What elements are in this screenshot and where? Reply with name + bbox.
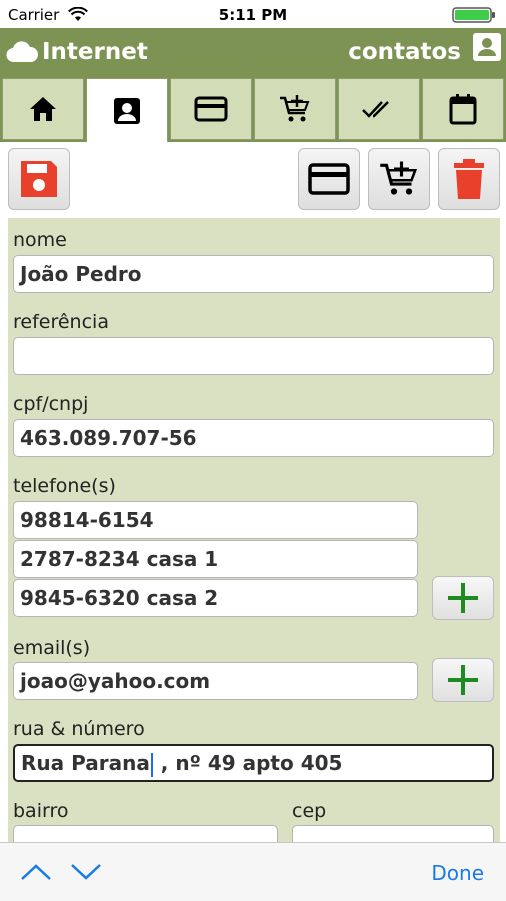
floppy-disk-icon: [21, 161, 57, 197]
add-email-button[interactable]: [432, 658, 494, 702]
telefone-field[interactable]: 98814-6154: [13, 501, 418, 539]
tab-calendar[interactable]: [422, 78, 504, 140]
rua-text-after-cursor: , nº 49 apto 405: [153, 751, 343, 775]
keyboard-accessory-bar: Done: [0, 842, 506, 901]
plus-icon: [448, 583, 478, 613]
cart-add-icon: [380, 161, 418, 195]
cep-label: cep: [292, 800, 327, 822]
rua-label: rua & número: [13, 718, 145, 740]
tab-contact[interactable]: [86, 78, 168, 142]
toolbar: [0, 142, 506, 218]
chevron-up-icon[interactable]: [20, 863, 52, 881]
email-label: email(s): [13, 637, 91, 659]
status-bar: Carrier 5:11 PM: [0, 0, 506, 28]
nome-field[interactable]: João Pedro: [13, 255, 494, 293]
cart-add-icon: [280, 95, 310, 122]
tab-cart[interactable]: [254, 78, 336, 140]
contact-card-icon[interactable]: [472, 32, 502, 62]
telefone-field[interactable]: 2787-8234 casa 1: [13, 540, 418, 578]
credit-card-icon: [194, 96, 228, 122]
credit-card-icon: [308, 163, 350, 195]
status-time: 5:11 PM: [218, 6, 288, 24]
telefone-label: telefone(s): [13, 475, 116, 497]
email-field[interactable]: joao@yahoo.com: [13, 662, 418, 700]
done-button[interactable]: Done: [431, 861, 484, 885]
plus-icon: [448, 665, 478, 695]
tab-home[interactable]: [2, 78, 84, 140]
payment-button[interactable]: [298, 148, 360, 210]
add-to-cart-button[interactable]: [368, 148, 430, 210]
home-icon: [30, 97, 56, 121]
rua-field[interactable]: Rua Parana , nº 49 apto 405: [13, 744, 494, 782]
chevron-down-icon[interactable]: [70, 863, 102, 881]
nome-label: nome: [13, 229, 67, 251]
double-check-icon: [362, 101, 389, 118]
save-button[interactable]: [8, 148, 70, 210]
contact-icon: [114, 97, 140, 124]
app-header: Internet contatos: [0, 28, 506, 78]
trash-icon: [454, 159, 484, 199]
header-section-label: contatos: [348, 39, 461, 65]
calendar-icon: [449, 94, 477, 125]
tab-completed[interactable]: [338, 78, 420, 140]
cloud-icon: [6, 41, 38, 63]
referencia-label: referência: [13, 311, 109, 333]
bairro-label: bairro: [13, 800, 69, 822]
contact-form: nome João Pedro referência cpf/cnpj 463.…: [8, 218, 500, 863]
battery-icon: [452, 7, 495, 23]
add-phone-button[interactable]: [432, 576, 494, 620]
text-cursor: [150, 752, 153, 777]
header-title: Internet: [42, 39, 148, 65]
referencia-field[interactable]: [13, 337, 494, 375]
cpf-label: cpf/cnpj: [13, 393, 89, 415]
tab-payment[interactable]: [170, 78, 252, 140]
delete-button[interactable]: [438, 148, 500, 210]
rua-text-before-cursor: Rua Parana: [21, 751, 150, 775]
cpf-field[interactable]: 463.089.707-56: [13, 419, 494, 457]
tab-bar: [0, 78, 506, 142]
telefone-field[interactable]: 9845-6320 casa 2: [13, 579, 418, 617]
